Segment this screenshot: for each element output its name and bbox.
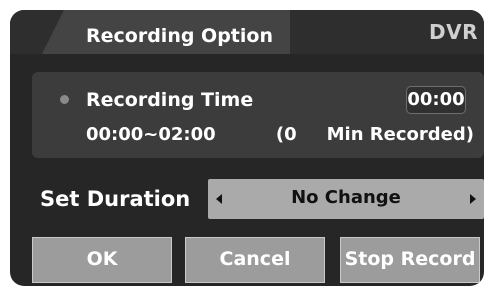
set-duration-label: Set Duration	[40, 187, 191, 211]
recording-info-panel: Recording Time 00:00 00:00~02:00 (0 Min R…	[32, 72, 484, 158]
recording-option-dialog: Recording Option DVR Recording Time 00:0…	[10, 10, 484, 286]
recording-time-range: 00:00~02:00	[86, 124, 216, 145]
minutes-recorded-label: Min Recorded)	[326, 124, 474, 145]
stop-record-button[interactable]: Stop Record	[340, 237, 480, 283]
duration-value: No Change	[291, 187, 401, 208]
dvr-label: DVR	[429, 20, 478, 44]
recording-time-label: Recording Time	[86, 89, 254, 111]
minutes-recorded: (0 Min Recorded)	[276, 124, 474, 146]
duration-selector[interactable]: No Change	[208, 179, 484, 219]
bullet-icon	[60, 95, 69, 104]
minutes-recorded-count: (0	[275, 124, 297, 145]
recording-time-value: 00:00	[406, 86, 466, 114]
dialog-title-bar: Recording Option DVR	[10, 10, 484, 54]
dialog-title: Recording Option	[86, 25, 273, 47]
right-arrow-icon[interactable]	[470, 194, 476, 204]
cancel-button[interactable]: Cancel	[185, 237, 325, 283]
ok-button[interactable]: OK	[32, 237, 172, 283]
